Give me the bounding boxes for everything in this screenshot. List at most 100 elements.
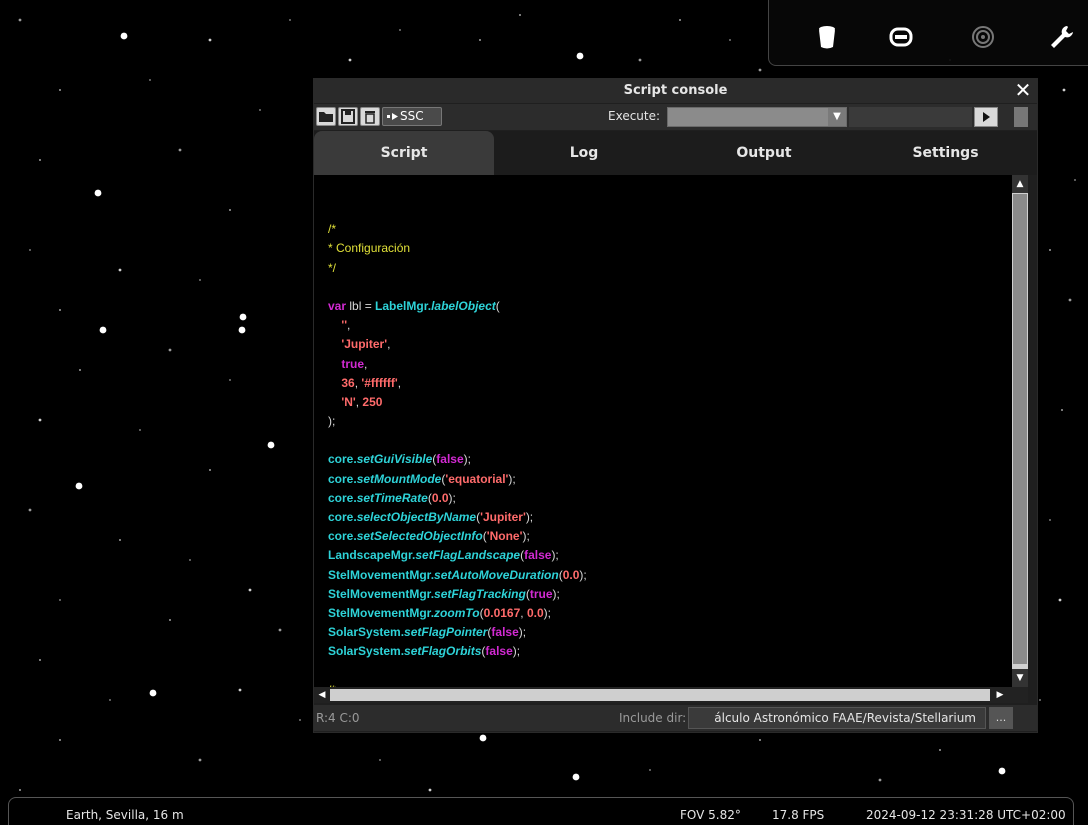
close-button[interactable]: ✕ (1013, 79, 1033, 103)
run-button[interactable] (974, 107, 998, 127)
star[interactable] (348, 58, 352, 62)
tab-settings[interactable]: Settings (854, 131, 1037, 175)
star[interactable] (118, 268, 122, 272)
star[interactable] (399, 29, 401, 31)
code-line[interactable]: /* (328, 220, 587, 239)
star[interactable] (248, 588, 252, 592)
star[interactable] (149, 689, 157, 697)
code-line[interactable]: */ (328, 259, 587, 278)
console-titlebar[interactable]: Script console ✕ (314, 79, 1037, 103)
code-line[interactable]: core.selectObjectByName('Jupiter'); (328, 508, 587, 527)
star[interactable] (649, 769, 651, 771)
code-line[interactable]: var lbl = LabelMgr.labelObject( (328, 297, 587, 316)
star[interactable] (1062, 88, 1066, 92)
star[interactable] (18, 18, 22, 22)
code-line[interactable]: core.setSelectedObjectInfo('None'); (328, 527, 587, 546)
tab-output[interactable]: Output (674, 131, 854, 175)
star[interactable] (59, 599, 61, 601)
star[interactable] (39, 659, 41, 661)
star[interactable] (519, 14, 521, 16)
code-line[interactable]: SolarSystem.setFlagOrbits(false); (328, 642, 587, 661)
code-line[interactable]: '', (328, 316, 587, 335)
script-editor[interactable]: /* * Configuración */ var lbl = LabelMgr.la… (314, 175, 1012, 687)
code-line[interactable]: 'Jupiter', (328, 335, 587, 354)
star[interactable] (299, 719, 301, 721)
star[interactable] (59, 89, 61, 91)
star[interactable] (209, 469, 211, 471)
star[interactable] (79, 369, 81, 371)
star[interactable] (189, 559, 191, 561)
star[interactable] (149, 79, 151, 81)
scroll-left-icon[interactable]: ◀ (314, 687, 330, 703)
star[interactable] (729, 39, 731, 41)
star[interactable] (168, 348, 172, 352)
star[interactable] (998, 767, 1006, 775)
star[interactable] (259, 109, 261, 111)
star[interactable] (1049, 249, 1051, 251)
star[interactable] (169, 619, 171, 621)
star[interactable] (75, 482, 83, 490)
star[interactable] (479, 39, 481, 41)
code-line[interactable]: core.setGuiVisible(false); (328, 450, 587, 469)
code-line[interactable]: StelMovementMgr.zoomTo(0.0167, 0.0); (328, 604, 587, 623)
code-line[interactable]: 'N', 250 (328, 393, 587, 412)
star[interactable] (59, 739, 61, 741)
star[interactable] (576, 52, 584, 60)
star[interactable] (178, 148, 182, 152)
location-text[interactable]: Earth, Sevilla, 16 m (66, 808, 184, 822)
execute-select[interactable]: ▼ (667, 107, 847, 127)
code-line[interactable]: StelMovementMgr.setFlagTracking(true); (328, 585, 587, 604)
code-line[interactable] (328, 201, 587, 220)
star[interactable] (878, 778, 882, 782)
code-line[interactable] (328, 431, 587, 450)
code-line[interactable]: LandscapeMgr.setFlagLandscape(false); (328, 546, 587, 565)
tab-script[interactable]: Script (314, 131, 494, 175)
wrench-icon[interactable] (1047, 23, 1075, 51)
stop-button[interactable] (1014, 107, 1028, 127)
trash-can-icon[interactable] (813, 23, 841, 51)
star[interactable] (1049, 519, 1051, 521)
code-line[interactable]: ); (328, 412, 587, 431)
star[interactable] (94, 189, 102, 197)
star[interactable] (239, 313, 247, 321)
horizontal-scroll-thumb[interactable] (330, 689, 990, 701)
star[interactable] (572, 773, 580, 781)
star[interactable] (379, 759, 381, 761)
star[interactable] (238, 326, 246, 334)
code-line[interactable] (328, 278, 587, 297)
horizontal-scrollbar[interactable]: ◀ ▶ (314, 687, 1028, 703)
code-line[interactable]: * Configuración (328, 239, 587, 258)
star[interactable] (199, 279, 201, 281)
datetime-text[interactable]: 2024-09-12 23:31:28 UTC+02:00 (866, 808, 1066, 822)
star[interactable] (1058, 598, 1062, 602)
star[interactable] (679, 19, 681, 21)
star[interactable] (758, 68, 762, 72)
star[interactable] (109, 699, 111, 701)
star[interactable] (289, 19, 291, 21)
code-line[interactable]: true, (328, 355, 587, 374)
star[interactable] (59, 309, 61, 311)
clear-button[interactable] (360, 107, 380, 126)
star[interactable] (99, 326, 107, 334)
tab-log[interactable]: Log (494, 131, 674, 175)
screen-rect-icon[interactable] (887, 23, 915, 51)
code-line[interactable]: core.setMountMode('equatorial'); (328, 470, 587, 489)
star[interactable] (229, 209, 231, 211)
code-line[interactable]: core.setTimeRate(0.0); (328, 489, 587, 508)
star[interactable] (28, 508, 32, 512)
target-icon[interactable] (969, 23, 997, 51)
star[interactable] (238, 688, 242, 692)
star[interactable] (267, 441, 275, 449)
star[interactable] (208, 38, 212, 42)
star[interactable] (1039, 699, 1041, 701)
code-text[interactable]: /* * Configuración */ var lbl = LabelMgr.la… (328, 201, 587, 687)
vertical-scrollbar[interactable]: ▲ ▼ (1012, 175, 1028, 687)
star[interactable] (119, 539, 121, 541)
star[interactable] (229, 379, 231, 381)
star[interactable] (120, 32, 128, 40)
include-dir-input[interactable]: álculo Astronómico FAAE/Revista/Stellari… (688, 707, 986, 729)
scroll-right-icon[interactable]: ▶ (992, 687, 1008, 703)
star[interactable] (139, 429, 141, 431)
fov-text[interactable]: FOV 5.82° (680, 808, 741, 822)
star[interactable] (759, 739, 761, 741)
